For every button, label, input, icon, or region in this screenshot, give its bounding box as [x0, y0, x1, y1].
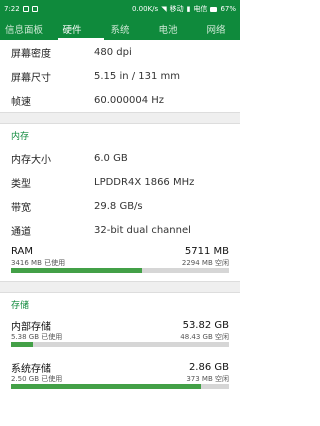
row-key: 内存大小: [11, 154, 51, 166]
status-time: 7:22: [4, 5, 20, 13]
carrier-label: 移动: [169, 5, 184, 13]
carrier-label-2: 电信: [193, 5, 208, 13]
row-value: 5.15 in / 131 mm: [94, 70, 181, 82]
row-value: 6.0 GB: [94, 152, 128, 164]
row-value: 480 dpi: [94, 46, 132, 58]
row-value: 60.000004 Hz: [94, 94, 165, 106]
notification-icon: [31, 6, 38, 12]
internal-storage-used: 5.38 GB 已使用: [11, 332, 63, 341]
signal-icon: ▮: [186, 5, 191, 13]
row-key: 屏幕尺寸: [11, 72, 51, 84]
notification-icon: [22, 6, 29, 12]
tab-system[interactable]: 系统: [96, 18, 144, 40]
internal-storage-total: 53.82 GB: [182, 320, 229, 331]
system-storage-used: 2.50 GB 已使用: [11, 374, 63, 383]
battery-icon: [210, 6, 218, 12]
internal-storage-progress-fill: [11, 342, 33, 347]
tab-hardware[interactable]: 硬件: [48, 18, 96, 40]
row-value: 29.8 GB/s: [94, 200, 143, 212]
battery-percent: 67%: [220, 5, 236, 13]
row-memory-size: 内存大小 6.0 GB: [0, 146, 240, 170]
section-divider: [0, 281, 240, 293]
row-key: 通道: [11, 226, 31, 238]
row-key: 类型: [11, 178, 31, 190]
ram-used: 3416 MB 已使用: [11, 258, 66, 267]
internal-storage-free: 48.43 GB 空闲: [180, 332, 229, 341]
ram-label: RAM: [11, 246, 34, 257]
row-key: 帧速: [11, 96, 31, 108]
tab-network[interactable]: 网络: [192, 18, 240, 40]
internal-storage-usage: 内部存储 53.82 GB 5.38 GB 已使用 48.43 GB 空闲: [0, 319, 240, 347]
row-memory-bandwidth: 带宽 29.8 GB/s: [0, 194, 240, 218]
ram-usage: RAM 5711 MB 3416 MB 已使用 2294 MB 空闲: [0, 245, 240, 273]
ram-total: 5711 MB: [184, 246, 229, 257]
section-title-memory: 内存: [11, 131, 30, 142]
hardware-content[interactable]: 屏幕密度 480 dpi 屏幕尺寸 5.15 in / 131 mm 帧速 60…: [0, 40, 240, 426]
row-screen-size: 屏幕尺寸 5.15 in / 131 mm: [0, 64, 240, 88]
system-storage-progress-fill: [11, 384, 201, 389]
ram-progress-fill: [11, 268, 142, 273]
internal-storage-progress-bar: [11, 342, 229, 347]
row-value: LPDDR4X 1866 MHz: [94, 176, 195, 188]
wifi-icon: ◥: [161, 5, 167, 13]
status-bar: 7:22 0.00K/s ◥ 移动 ▮ 电信 67%: [0, 0, 240, 18]
row-screen-density: 屏幕密度 480 dpi: [0, 40, 240, 64]
section-title-storage: 存储: [11, 300, 30, 311]
row-memory-channel: 通道 32-bit dual channel: [0, 218, 240, 242]
system-storage-progress-bar: [11, 384, 229, 389]
row-key: 带宽: [11, 202, 31, 214]
network-speed: 0.00K/s: [132, 5, 159, 13]
row-refresh-rate: 帧速 60.000004 Hz: [0, 88, 240, 112]
section-divider: [0, 112, 240, 124]
ram-progress-bar: [11, 268, 229, 273]
system-storage-free: 373 MB 空闲: [186, 374, 229, 383]
tab-info-panel[interactable]: 信息面板: [0, 18, 48, 40]
ram-free: 2294 MB 空闲: [181, 258, 229, 267]
row-key: 屏幕密度: [11, 48, 51, 60]
tab-battery[interactable]: 电池: [144, 18, 192, 40]
row-value: 32-bit dual channel: [94, 224, 191, 236]
system-storage-total: 2.86 GB: [188, 362, 229, 373]
system-storage-usage: 系统存储 2.86 GB 2.50 GB 已使用 373 MB 空闲: [0, 361, 240, 389]
tab-bar: 信息面板 硬件 系统 电池 网络: [0, 18, 240, 40]
row-memory-type: 类型 LPDDR4X 1866 MHz: [0, 170, 240, 194]
